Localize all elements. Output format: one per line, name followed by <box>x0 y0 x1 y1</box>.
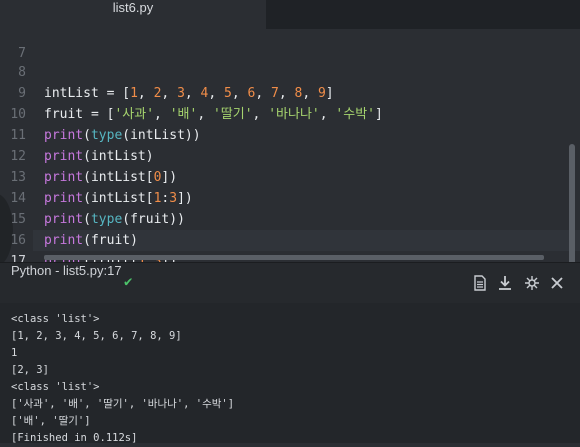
output-line: [2, 3] <box>11 364 49 376</box>
settings-icon[interactable] <box>524 275 540 291</box>
code-line[interactable]: 12 print(intList[0]) <box>0 125 580 185</box>
horizontal-scrollbar[interactable] <box>44 255 544 260</box>
output-line: ['배', '딸기'] <box>11 415 91 427</box>
tab-list6[interactable]: list6.py <box>0 0 266 29</box>
code-line[interactable]: 11 print(intList) <box>0 104 580 164</box>
console-output[interactable]: <class 'list'> [1, 2, 3, 4, 5, 6, 7, 8, … <box>0 303 580 444</box>
code-editor[interactable]: 7 8 intList = [1, 2, 3, 4, 5, 6, 7, 8, 9… <box>0 29 580 262</box>
code-line[interactable]: 16 print(fruit[1:3]) <box>0 209 580 262</box>
console-header: Python - list5.py:17 ✔ <box>0 262 580 304</box>
console-title: Python - list5.py:17 <box>11 263 122 278</box>
line-number: 17 <box>10 254 26 262</box>
output-line: ['사과', '배', '딸기', '바나나', '수박'] <box>11 398 235 410</box>
output-line: <class 'list'> <box>11 381 100 393</box>
code-line-active[interactable]: 17 <box>0 230 580 262</box>
file-icon[interactable] <box>472 275 488 291</box>
output-line: 1 <box>11 347 18 359</box>
tab-bar: list6.py <box>0 0 580 29</box>
output-line: <class 'list'> <box>11 313 100 325</box>
code-line[interactable]: 13 print(intList[1:3]) <box>0 146 580 206</box>
vertical-scrollbar[interactable] <box>569 144 575 262</box>
download-icon[interactable] <box>497 275 513 291</box>
output-line: [1, 2, 3, 4, 5, 6, 7, 8, 9] <box>11 330 182 342</box>
check-icon: ✔ <box>124 274 133 290</box>
output-line: [Finished in 0.112s] <box>11 432 138 444</box>
code-line[interactable]: 8 intList = [1, 2, 3, 4, 5, 6, 7, 8, 9] <box>0 41 580 101</box>
code-line[interactable]: 10 print(type(intList)) <box>0 83 580 143</box>
code-line[interactable]: 9 fruit = ['사과', '배', '딸기', '바나나', '수박'] <box>0 62 580 122</box>
code-line[interactable]: 14 print(type(fruit)) <box>0 167 580 227</box>
code-line[interactable]: 15 print(fruit) <box>0 188 580 248</box>
close-icon[interactable] <box>549 275 565 291</box>
tab-title[interactable]: list6.py <box>0 0 266 29</box>
